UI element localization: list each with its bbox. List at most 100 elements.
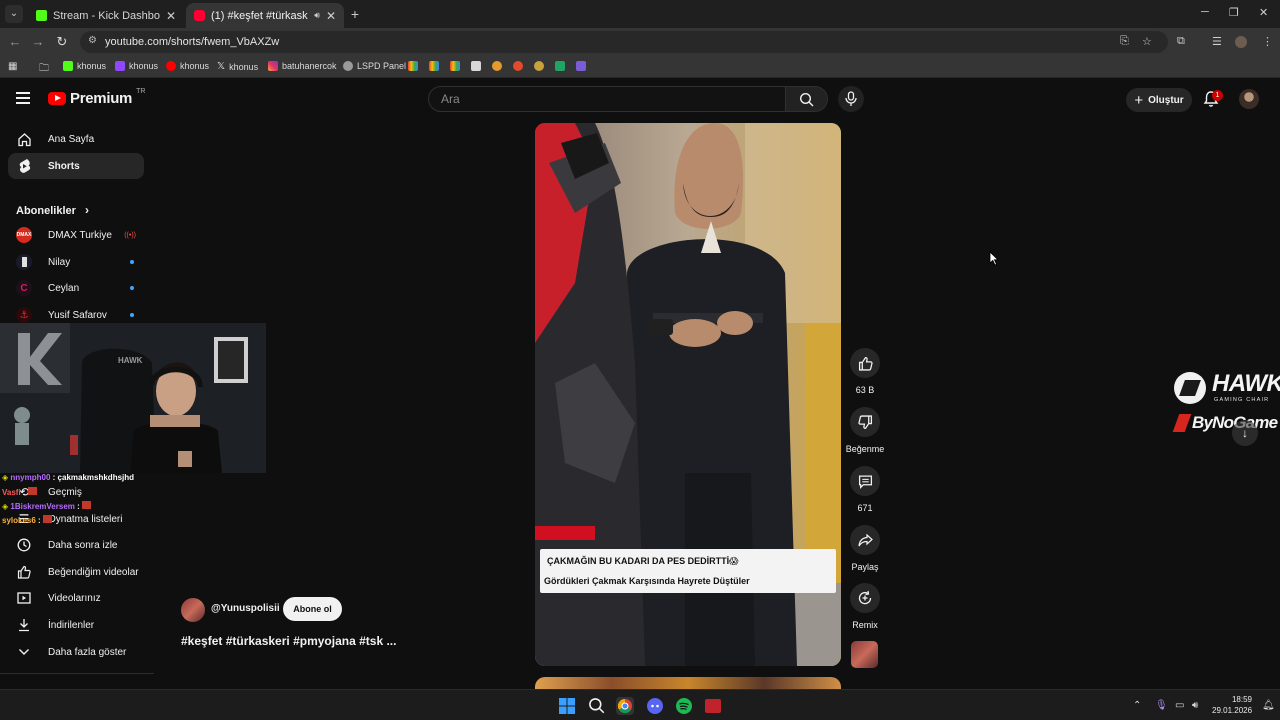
kebab-menu-icon[interactable]: ⋮ xyxy=(1262,35,1273,48)
sidebar-item-label: İndirilenler xyxy=(48,619,95,631)
site-info-icon[interactable]: ⚙ xyxy=(88,35,97,46)
channel-handle[interactable]: @Yunuspolisii xyxy=(211,603,280,614)
like-button[interactable]: 63 B xyxy=(845,348,885,395)
chrome-icon xyxy=(617,698,632,714)
bookmark-khonus-kick[interactable]: khonus xyxy=(63,61,106,71)
bookmarks-bar: ▦ 🗀︎ khonus khonus khonus 𝕏khonus batuha… xyxy=(0,56,1280,78)
taskbar-chrome[interactable] xyxy=(616,697,634,715)
subscribe-button[interactable]: Abone ol xyxy=(283,597,342,621)
bookmark-face[interactable] xyxy=(534,61,544,71)
chevron-down-icon xyxy=(16,648,32,656)
apps-icon[interactable]: ▦ xyxy=(8,61,17,72)
sidebar-item-show-more[interactable]: Daha fazla göster xyxy=(8,639,144,665)
account-avatar[interactable] xyxy=(1239,89,1259,109)
sidebar-item-downloads[interactable]: İndirilenler xyxy=(8,612,144,638)
sidebar-channel-dmax[interactable]: DMAX DMAX Turkiye ((•)) xyxy=(8,222,144,248)
bookmark-khonus-twitch[interactable]: khonus xyxy=(115,61,158,71)
sidebar-item-home[interactable]: Ana Sayfa xyxy=(8,126,144,152)
tab-search-button[interactable]: ⌄ xyxy=(5,5,23,23)
search-input[interactable]: Ara xyxy=(428,86,786,112)
remix-button[interactable]: Remix xyxy=(845,583,885,630)
chat-text: çakmakmshkdhsjhd xyxy=(57,473,135,482)
spotify-icon xyxy=(676,698,692,714)
thumb-up-icon xyxy=(16,565,32,579)
tab-groups-icon[interactable]: ☰ xyxy=(1212,35,1222,48)
chat-badge-icon: ◈ xyxy=(2,502,9,511)
channel-thumbnail-button[interactable] xyxy=(851,641,878,668)
sidebar-item-label: Videolarınız xyxy=(48,592,101,604)
address-bar[interactable]: ⚙ youtube.com/shorts/fwem_VbAXZw ⎘ ☆ xyxy=(80,31,1168,53)
shorts-video-player[interactable]: ÇAKMAĞIN BU KADARI DA PES DEDİRTTİ😱 Görd… xyxy=(535,123,841,666)
window-close-icon[interactable]: ✕ xyxy=(1259,6,1268,19)
subscriptions-header[interactable]: Abonelikler › xyxy=(16,203,89,217)
extensions-icon[interactable]: ⧉ xyxy=(1177,35,1185,48)
taskbar-spotify[interactable] xyxy=(675,697,693,715)
folder-icon[interactable]: 🗀︎ xyxy=(39,61,49,78)
youtube-premium-logo[interactable]: Premium TR xyxy=(48,88,145,107)
dislike-button[interactable]: Beğenme xyxy=(845,407,885,454)
bookmark-lspd-panel[interactable]: LSPD Panel xyxy=(343,61,406,71)
taskbar-app[interactable] xyxy=(705,697,723,715)
next-short-preview[interactable] xyxy=(535,677,841,689)
restore-icon[interactable]: ❐ xyxy=(1229,6,1239,19)
notification-center-icon[interactable]: 🔔︎ xyxy=(1262,700,1275,711)
volume-icon[interactable]: 🔊︎ xyxy=(1192,700,1198,711)
reload-icon[interactable]: ↻ xyxy=(54,34,70,50)
close-icon[interactable]: ✕ xyxy=(326,9,336,23)
comments-button[interactable]: 671 xyxy=(845,466,885,513)
tab-youtube-short[interactable]: (1) #keşfet #türkaskeri #pm 🔊︎ ✕ xyxy=(186,3,344,28)
sidebar-item-shorts[interactable]: Shorts xyxy=(8,153,144,179)
minimize-icon[interactable]: ─ xyxy=(1201,6,1209,18)
sidebar-channel-nilay[interactable]: Nilay xyxy=(8,249,144,275)
sidebar-channel-ceylan[interactable]: C Ceylan xyxy=(8,275,144,301)
microphone-icon[interactable]: 🎙︎ xyxy=(1155,700,1168,711)
bookmark-khonus-x[interactable]: 𝕏khonus xyxy=(217,61,258,72)
share-button[interactable]: Paylaş xyxy=(845,525,885,572)
app-icon xyxy=(705,699,721,713)
new-tab-button[interactable]: + xyxy=(346,5,364,23)
bookmark-list[interactable] xyxy=(576,61,586,71)
bookmark-doc[interactable] xyxy=(471,61,481,71)
taskbar-search-button[interactable] xyxy=(588,697,606,715)
sidebar-item-your-videos[interactable]: Videolarınız xyxy=(8,585,144,611)
profile-avatar[interactable] xyxy=(1235,36,1247,48)
forward-icon[interactable]: → xyxy=(30,34,46,50)
channel-avatar[interactable] xyxy=(181,598,205,622)
sidebar-item-liked-videos[interactable]: Beğendiğim videolar xyxy=(8,559,144,585)
tab-kick-dashboard[interactable]: Stream - Kick Dashboard ✕ xyxy=(28,3,184,28)
install-app-icon[interactable]: ⎘ xyxy=(1120,35,1129,48)
stream-chat-overlay: ◈ nnymph00 : çakmakmshkdhsjhd Vasfi : ◈ … xyxy=(2,473,152,529)
sidebar-item-label: Shorts xyxy=(48,160,80,172)
bookmark-khonus-youtube[interactable]: khonus xyxy=(166,61,209,71)
chat-username: Vasfi xyxy=(2,488,21,497)
start-button[interactable] xyxy=(558,697,576,715)
search-button[interactable] xyxy=(786,86,828,112)
back-icon[interactable]: ← xyxy=(7,34,23,50)
bookmark-gmail-1[interactable] xyxy=(408,61,418,71)
new-content-dot xyxy=(130,260,134,264)
bookmark-star-icon[interactable]: ☆ xyxy=(1142,35,1152,48)
taskbar-clock[interactable]: 18:59 29.01.2026 xyxy=(1212,694,1252,716)
create-button[interactable]: + Oluştur xyxy=(1126,88,1192,112)
clock-time: 18:59 xyxy=(1231,695,1252,704)
thumb-up-icon xyxy=(858,356,873,371)
chevron-up-icon[interactable]: ⌃ xyxy=(1133,700,1141,711)
network-icon[interactable]: ▭ xyxy=(1175,700,1184,711)
youtube-icon xyxy=(194,10,205,21)
bookmark-orange[interactable] xyxy=(492,61,502,71)
new-content-dot xyxy=(130,286,134,290)
video-hashtags[interactable]: #keşfet #türkaskeri #pmyojana #tsk ... xyxy=(181,634,396,648)
bookmark-sheets[interactable] xyxy=(555,61,565,71)
menu-icon[interactable] xyxy=(16,92,30,104)
bookmark-gmail-3[interactable] xyxy=(450,61,460,71)
voice-search-button[interactable] xyxy=(838,86,864,112)
bookmark-gmail-2[interactable] xyxy=(429,61,439,71)
bookmark-batuhanercok[interactable]: batuhanercok xyxy=(268,61,337,71)
scroll-down-button[interactable]: ↓ xyxy=(1232,420,1258,446)
taskbar-discord[interactable] xyxy=(646,697,664,715)
close-icon[interactable]: ✕ xyxy=(166,9,176,23)
caption-headline: ÇAKMAĞIN BU KADARI DA PES DEDİRTTİ😱 xyxy=(547,556,739,566)
bookmark-red[interactable] xyxy=(513,61,523,71)
sidebar-item-watch-later[interactable]: Daha sonra izle xyxy=(8,532,144,558)
speaker-icon[interactable]: 🔊︎ xyxy=(314,10,320,21)
